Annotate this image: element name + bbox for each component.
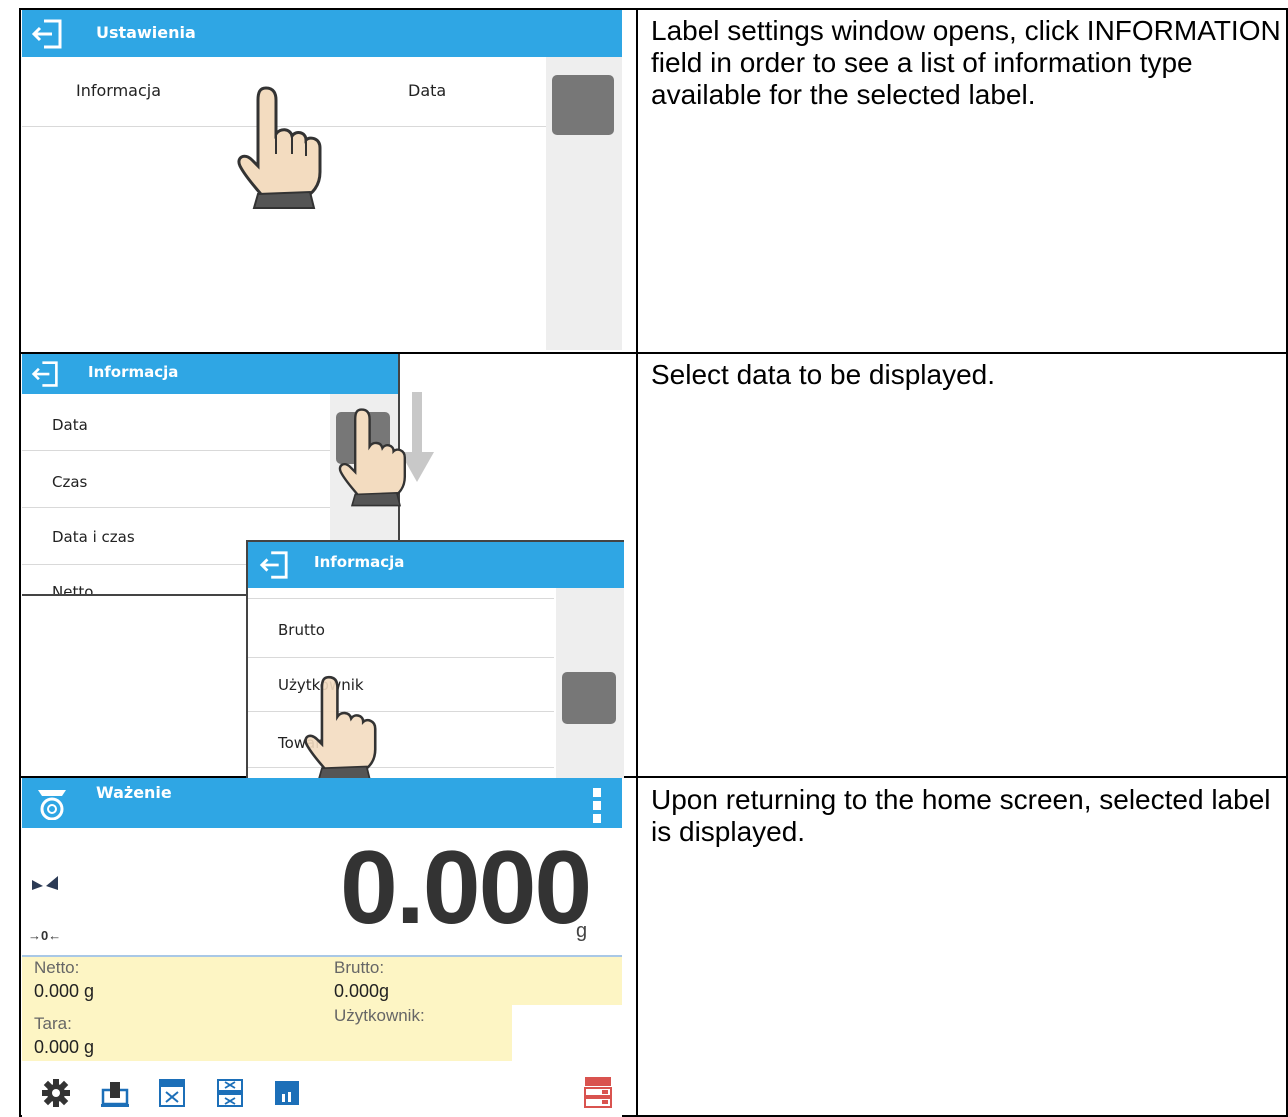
info-panel-top bbox=[22, 957, 622, 1005]
tara-label: Tara: bbox=[34, 1014, 72, 1033]
exit-icon[interactable] bbox=[30, 18, 64, 50]
list-item[interactable]: Data bbox=[22, 394, 330, 451]
netto-label: Netto: bbox=[34, 958, 80, 977]
scroll-thumb[interactable] bbox=[562, 672, 616, 724]
tara-value: 0.000 g bbox=[34, 1037, 95, 1057]
settings-titlebar: Ustawienia bbox=[22, 10, 622, 57]
information-label: Informacja bbox=[76, 81, 162, 100]
statistics-icon[interactable] bbox=[274, 1080, 300, 1106]
settings-screen: Ustawienia Informacja Data bbox=[22, 10, 622, 350]
info-a-titlebar: Informacja bbox=[22, 354, 398, 394]
weighing-titlebar: Ważenie bbox=[22, 778, 622, 828]
list-item[interactable]: Czas bbox=[22, 451, 330, 508]
scale-icon bbox=[38, 790, 66, 820]
info-a-title: Informacja bbox=[88, 363, 179, 381]
stability-icon bbox=[32, 876, 58, 890]
scrollbar-track[interactable] bbox=[556, 588, 624, 778]
brutto-label: Brutto: bbox=[334, 958, 385, 977]
weight-reading: 0.000 bbox=[340, 830, 592, 946]
keypad-icon[interactable] bbox=[158, 1078, 186, 1108]
list-item-label: Data i czas bbox=[52, 528, 135, 546]
row1-description: Label settings window opens, click INFOR… bbox=[651, 15, 1281, 110]
list-item[interactable]: Brutto bbox=[248, 598, 554, 658]
scroll-thumb[interactable] bbox=[552, 75, 614, 135]
row3-description: Upon returning to the home screen, selec… bbox=[651, 784, 1271, 847]
label-icon[interactable] bbox=[216, 1078, 244, 1108]
list-item[interactable]: Towar bbox=[248, 712, 554, 768]
more-menu-icon[interactable] bbox=[592, 788, 602, 824]
pointing-hand-icon bbox=[338, 408, 406, 507]
weighing-title: Ważenie bbox=[96, 783, 172, 802]
brutto-value: 0.000g bbox=[334, 981, 390, 1001]
gear-icon[interactable] bbox=[42, 1079, 70, 1107]
settings-title: Ustawienia bbox=[96, 23, 196, 42]
list-item-label: Czas bbox=[52, 473, 88, 491]
exit-icon[interactable] bbox=[258, 550, 290, 580]
information-value: Data bbox=[408, 81, 447, 100]
pointing-hand-icon bbox=[237, 86, 322, 209]
list-item-label: Data bbox=[52, 416, 88, 434]
list-item-selected[interactable]: Użytkownik bbox=[248, 658, 554, 712]
list-item-label: Brutto bbox=[278, 621, 325, 639]
unit-label: g bbox=[576, 920, 588, 942]
scrollbar-track[interactable] bbox=[546, 57, 622, 350]
list-item-label: Netto bbox=[52, 583, 94, 596]
weighing-screen: Ważenie →0← 0.000 g Netto: 0.000 g Brutt… bbox=[22, 778, 622, 1117]
exit-icon[interactable] bbox=[30, 360, 60, 388]
column-divider bbox=[636, 8, 638, 1117]
user-label: Użytkownik: bbox=[334, 1006, 425, 1025]
info-b-titlebar: Informacja bbox=[248, 542, 624, 588]
zero-indicator: →0← bbox=[28, 928, 62, 943]
pointing-hand-icon bbox=[304, 675, 377, 782]
database-icon[interactable] bbox=[584, 1076, 612, 1108]
netto-value: 0.000 g bbox=[34, 981, 95, 1001]
row2-description: Select data to be displayed. bbox=[651, 359, 996, 390]
tare-icon[interactable] bbox=[100, 1078, 130, 1108]
info-b-title: Informacja bbox=[314, 553, 405, 571]
info-panel-bottom bbox=[22, 1005, 512, 1061]
